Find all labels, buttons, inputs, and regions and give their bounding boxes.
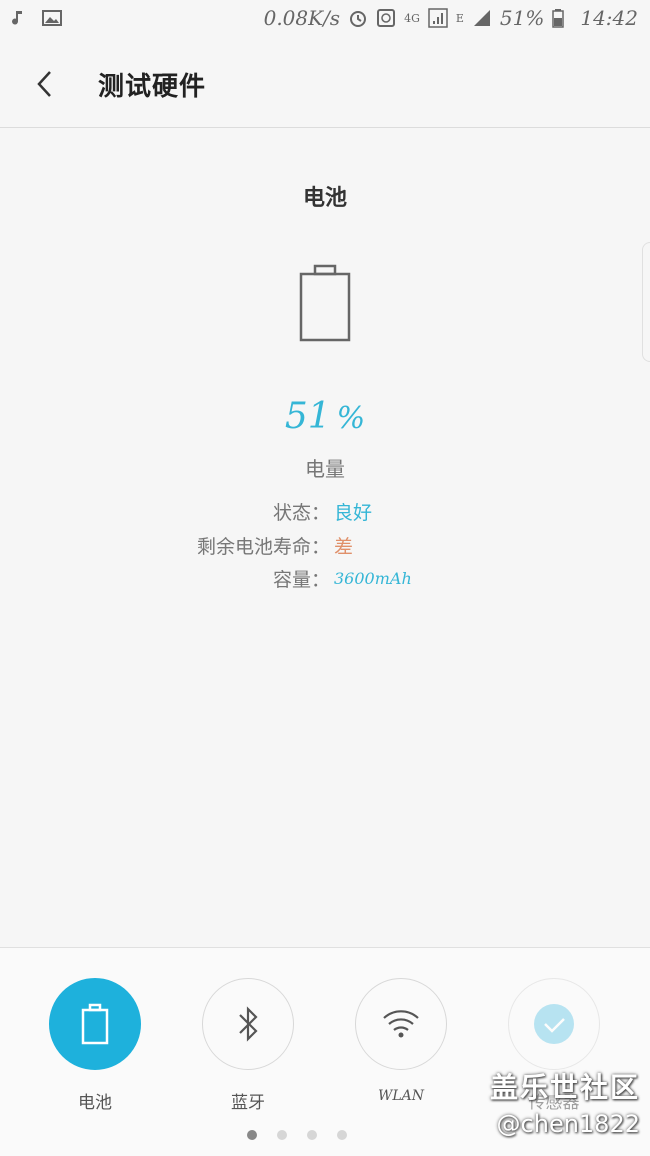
app-bar: 测试硬件 [0, 40, 650, 128]
battery-percent-label: 电量 [305, 457, 345, 481]
info-row-status: 状态： 良好 [0, 496, 372, 526]
info-row-life: 剩余电池寿命： 差 [0, 530, 353, 560]
vpn-globe-icon [376, 8, 396, 28]
status-bar: 0.08K/s 4G E 51% 14:42 [0, 0, 650, 40]
battery-percent-value: 51 [284, 396, 331, 437]
edge-panel-handle[interactable] [642, 242, 650, 362]
clock: 14:42 [580, 6, 638, 30]
info-row-capacity: 容量： 3600mAh [0, 563, 412, 593]
tile-sensor-circle[interactable] [508, 978, 600, 1070]
battery-section-title: 电池 [302, 186, 347, 211]
tile-wlan[interactable]: WLAN [355, 978, 447, 1104]
battery-icon [81, 1003, 109, 1045]
chevron-left-icon [37, 71, 51, 97]
tile-bluetooth[interactable]: 蓝牙 [202, 978, 294, 1113]
network-speed: 0.08K/s [263, 6, 341, 30]
bluetooth-icon [239, 1006, 258, 1042]
tile-bluetooth-label: 蓝牙 [231, 1093, 265, 1113]
tile-battery-circle[interactable] [49, 978, 141, 1070]
info-value-life: 差 [334, 535, 354, 558]
tile-wlan-label: WLAN [377, 1088, 425, 1104]
tile-bluetooth-circle[interactable] [202, 978, 294, 1070]
signal-sim2-icon [472, 8, 492, 28]
music-note-icon [10, 8, 30, 28]
battery-percent-status: 51% [499, 6, 545, 30]
back-button[interactable] [22, 62, 66, 106]
signal-sim1-icon [428, 8, 448, 28]
info-label-status: 状态： [272, 501, 330, 524]
battery-status-icon [552, 8, 572, 28]
info-label-life: 剩余电池寿命： [196, 535, 330, 558]
wifi-icon [383, 1010, 419, 1038]
page-dot-3[interactable] [307, 1130, 317, 1140]
network-type-e: E [455, 11, 464, 25]
page-dot-1[interactable] [247, 1130, 257, 1140]
battery-percent: 51% [0, 396, 650, 437]
info-value-capacity: 3600mAh [334, 568, 412, 588]
battery-large-icon [299, 264, 351, 342]
tile-battery-label: 电池 [78, 1093, 112, 1113]
page-dot-2[interactable] [277, 1130, 287, 1140]
battery-percent-unit: % [336, 401, 366, 436]
alarm-icon [348, 8, 368, 28]
info-label-capacity: 容量： [272, 568, 330, 591]
watermark-title: 盖乐世社区 [489, 1071, 640, 1104]
watermark-user: @chen1822 [496, 1110, 640, 1138]
image-icon [42, 8, 62, 28]
page-dot-4[interactable] [337, 1130, 347, 1140]
page-title: 测试硬件 [98, 72, 207, 102]
check-icon [534, 1004, 574, 1044]
tile-wlan-circle[interactable] [355, 978, 447, 1070]
watermark: 盖乐世社区 @chen1822 [490, 1066, 640, 1138]
network-type-4g: 4G [404, 11, 420, 25]
tile-battery[interactable]: 电池 [49, 978, 141, 1113]
info-value-status: 良好 [334, 501, 373, 524]
